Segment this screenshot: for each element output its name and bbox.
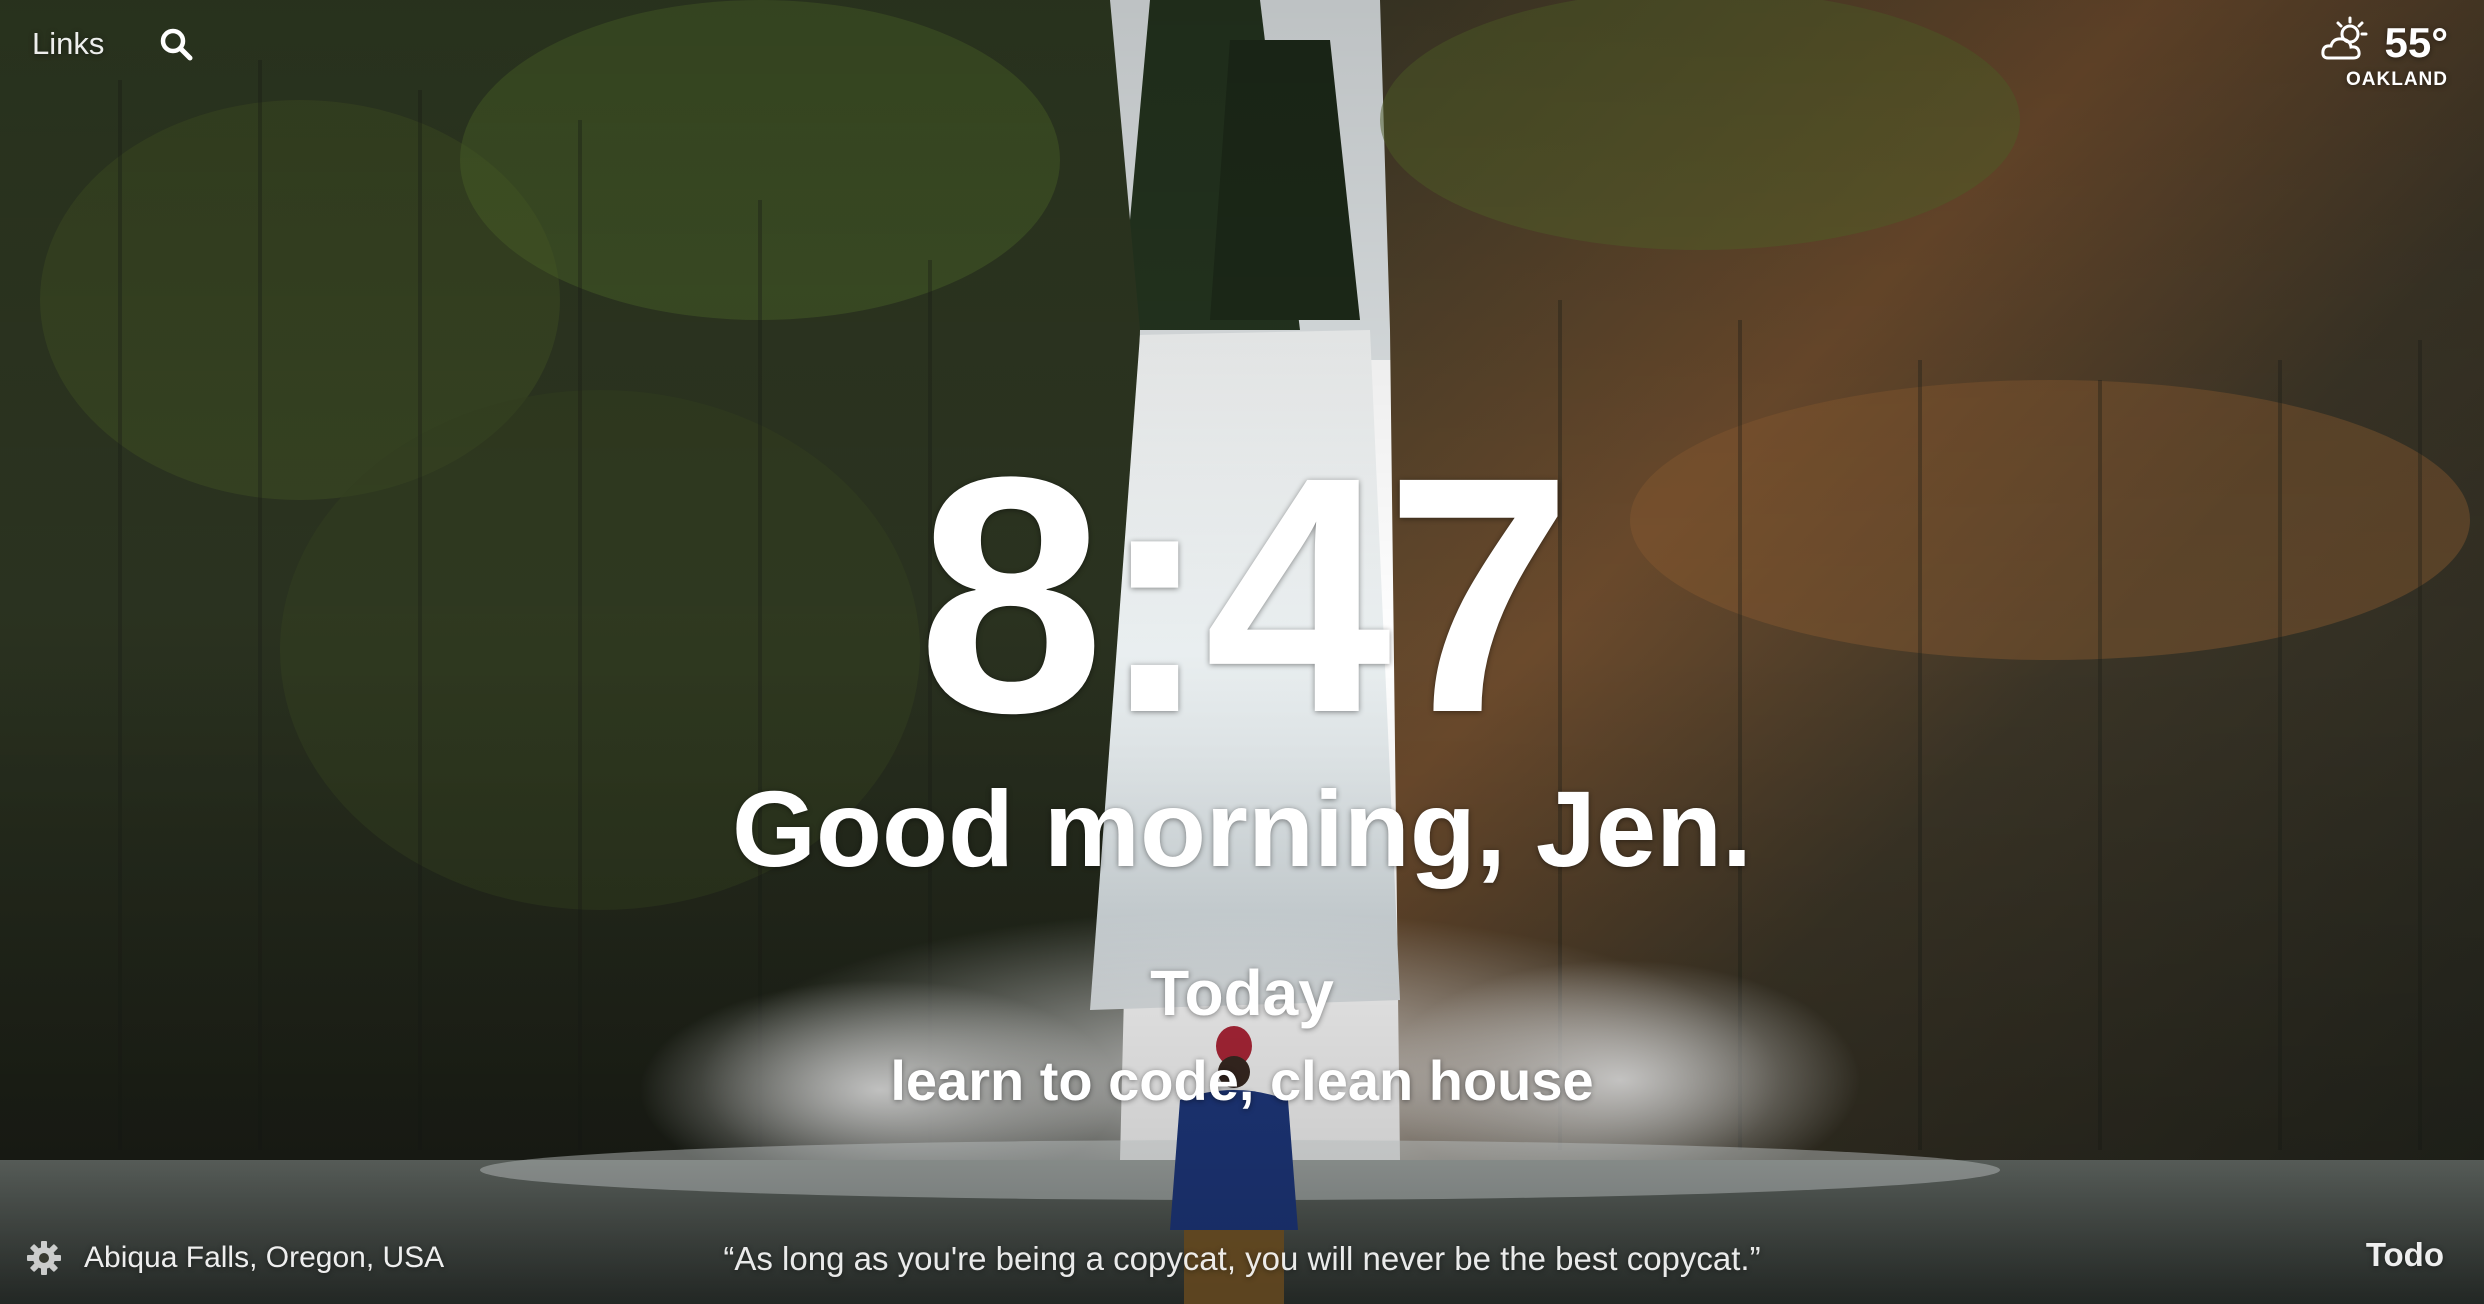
weather-temperature: 55° — [2384, 18, 2448, 66]
links-button[interactable]: Links — [32, 26, 104, 62]
quote-text[interactable]: “As long as you're being a copycat, you … — [0, 1240, 2484, 1278]
clock-time[interactable]: 8:47 — [0, 428, 2484, 764]
partly-cloudy-icon — [2320, 16, 2376, 69]
weather-row: 55° — [2320, 16, 2448, 69]
focus-heading: Today — [1150, 957, 1334, 1029]
new-tab-dashboard: Links 55° OAKLAND 8:47 Good morning, Jen… — [0, 0, 2484, 1304]
weather-city: OAKLAND — [2346, 69, 2448, 90]
weather-widget[interactable]: 55° OAKLAND — [2320, 16, 2448, 91]
greeting-text[interactable]: Good morning, Jen. — [0, 769, 2484, 889]
todo-button[interactable]: Todo — [2366, 1236, 2444, 1274]
focus-text[interactable]: learn to code, clean house — [0, 1048, 2484, 1113]
search-icon[interactable] — [156, 24, 196, 64]
topbar-left: Links — [32, 24, 196, 64]
